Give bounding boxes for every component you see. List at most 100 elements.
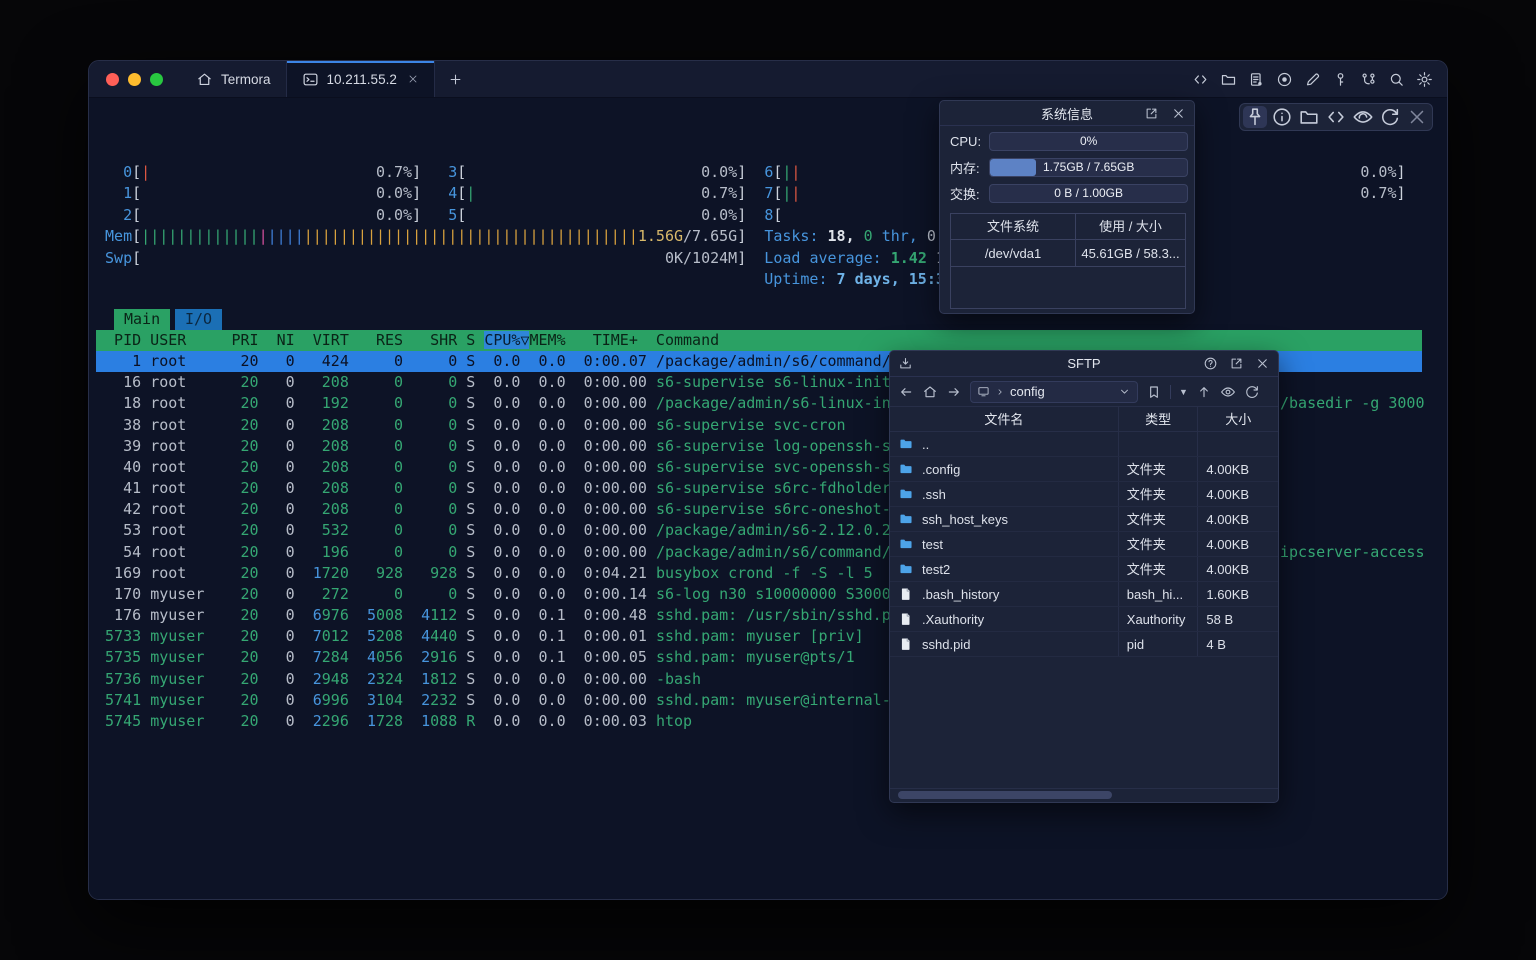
file-icon [898, 637, 914, 651]
close-panel-icon[interactable] [1171, 106, 1186, 121]
file-row[interactable]: .bash_historybash_hi...1.60KB [890, 582, 1278, 607]
bookmark-dropdown-caret[interactable]: ▼ [1179, 387, 1188, 397]
folder-icon[interactable] [1297, 106, 1321, 128]
file-type: 文件夹 [1119, 532, 1199, 556]
record-icon[interactable] [1276, 71, 1293, 88]
back-icon[interactable] [898, 384, 914, 400]
process-table-header[interactable]: PID USER PRI NI VIRT RES SHR S CPU%▽MEM%… [96, 330, 1422, 351]
close-window-button[interactable] [106, 73, 119, 86]
file-row[interactable]: sshd.pidpid4 B [890, 632, 1278, 657]
file-type: 文件夹 [1119, 482, 1199, 506]
file-row[interactable]: .ssh文件夹4.00KB [890, 482, 1278, 507]
info-icon[interactable] [1270, 106, 1294, 128]
path-breadcrumb[interactable]: config [970, 381, 1138, 403]
filesystem-cell: 45.61GB / 58.3... [1076, 240, 1185, 266]
file-type: 文件夹 [1119, 557, 1199, 581]
home-dir-icon[interactable] [922, 384, 938, 400]
file-type: 文件夹 [1119, 457, 1199, 481]
process-row[interactable]: 38 root 20 0 208 0 0 S 0.0 0.0 0:00.00 s… [96, 415, 846, 436]
stat-label: 内存: [950, 158, 989, 177]
process-row[interactable]: 40 root 20 0 208 0 0 S 0.0 0.0 0:00.00 s… [96, 457, 918, 478]
window-controls [89, 61, 181, 97]
file-row[interactable]: test文件夹4.00KB [890, 532, 1278, 557]
settings-icon[interactable] [1416, 71, 1433, 88]
key-chain-icon[interactable] [1360, 71, 1377, 88]
nvidia-icon[interactable] [1351, 106, 1375, 128]
file-name: .bash_history [922, 587, 999, 602]
cpu-meter-line: 1[ 0.0%] 4[| 0.7%] 7[|| 0.7%] [96, 183, 1406, 204]
horizontal-scrollbar[interactable] [890, 788, 1278, 802]
help-icon[interactable] [1203, 356, 1218, 371]
folder-icon[interactable] [1220, 71, 1237, 88]
file-name: sshd.pid [922, 637, 970, 652]
process-row[interactable]: 5733 myuser 20 0 7012 5208 4440 S 0.0 0.… [96, 626, 864, 647]
file-size: 4.00KB [1198, 532, 1278, 556]
key-icon[interactable] [1332, 71, 1349, 88]
new-tab-button[interactable] [435, 61, 476, 97]
filesystem-table-header: 文件系统 使用 / 大小 [951, 214, 1185, 240]
tab-termora-home[interactable]: Termora [181, 61, 286, 97]
process-row[interactable]: 5741 myuser 20 0 6996 3104 2232 S 0.0 0.… [96, 690, 918, 711]
open-in-window-icon[interactable] [1144, 106, 1159, 121]
close-tab-icon[interactable] [407, 73, 419, 85]
file-row[interactable]: test2文件夹4.00KB [890, 557, 1278, 582]
file-type [1119, 432, 1199, 456]
file-row[interactable]: .XauthorityXauthority58 B [890, 607, 1278, 632]
col-filename[interactable]: 文件名 [890, 407, 1119, 431]
process-row[interactable]: 18 root 20 0 192 0 0 S 0.0 0.0 0:00.00 /… [96, 393, 918, 414]
minimize-window-button[interactable] [128, 73, 141, 86]
stat-label: 交换: [950, 184, 989, 203]
code-icon[interactable] [1324, 106, 1348, 128]
swap-meter-line: Swp[ 0K/1024M] Load average: 1.42 1 [96, 248, 945, 269]
process-row[interactable]: 42 root 20 0 208 0 0 S 0.0 0.0 0:00.00 s… [96, 499, 918, 520]
forward-icon[interactable] [946, 384, 962, 400]
file-row[interactable]: .config文件夹4.00KB [890, 457, 1278, 482]
process-row[interactable]: 39 root 20 0 208 0 0 S 0.0 0.0 0:00.00 s… [96, 436, 918, 457]
folder-icon [898, 562, 914, 576]
sort-column-cpu[interactable]: CPU%▽ [484, 331, 529, 349]
search-icon[interactable] [1388, 71, 1405, 88]
process-row[interactable]: 54 root 20 0 196 0 0 S 0.0 0.0 0:00.00 /… [96, 542, 918, 563]
open-in-window-icon[interactable] [1229, 356, 1244, 371]
process-row[interactable]: 41 root 20 0 208 0 0 S 0.0 0.0 0:00.00 s… [96, 478, 891, 499]
maximize-window-button[interactable] [150, 73, 163, 86]
process-row[interactable]: 5735 myuser 20 0 7284 4056 2916 S 0.0 0.… [96, 647, 855, 668]
process-row[interactable]: 170 myuser 20 0 272 0 0 S 0.0 0.0 0:00.1… [96, 584, 918, 605]
home-icon [196, 71, 213, 88]
chevron-down-icon[interactable] [1118, 385, 1131, 398]
process-row[interactable]: 169 root 20 0 1720 928 928 S 0.0 0.0 0:0… [96, 563, 873, 584]
process-row[interactable]: 176 myuser 20 0 6976 5008 4112 S 0.0 0.1… [96, 605, 909, 626]
event-log-icon[interactable] [1248, 71, 1265, 88]
file-row[interactable]: .. [890, 432, 1278, 457]
tab-ssh-session[interactable]: 10.211.55.2 [286, 61, 435, 97]
process-row[interactable]: 5745 myuser 20 0 2296 1728 1088 R 0.0 0.… [96, 711, 692, 732]
process-row[interactable]: 16 root 20 0 208 0 0 S 0.0 0.0 0:00.00 s… [96, 372, 981, 393]
bookmark-icon[interactable] [1146, 384, 1162, 400]
code-icon[interactable] [1192, 71, 1209, 88]
host-monitor-icon [977, 385, 990, 398]
titlebar[interactable]: Termora 10.211.55.2 [89, 61, 1447, 98]
scrollbar-thumb[interactable] [898, 791, 1112, 799]
col-type[interactable]: 类型 [1119, 407, 1199, 431]
refresh-icon[interactable] [1378, 106, 1402, 128]
file-type: Xauthority [1119, 607, 1199, 631]
htop-tab-io[interactable]: I/O [175, 309, 222, 330]
file-icon [898, 612, 914, 626]
htop-tab-main[interactable]: Main [114, 309, 170, 330]
file-row[interactable]: ssh_host_keys文件夹4.00KB [890, 507, 1278, 532]
transfers-download-icon[interactable] [898, 356, 913, 371]
process-row[interactable]: 53 root 20 0 532 0 0 S 0.0 0.0 0:00.00 /… [96, 520, 909, 541]
file-size: 4.00KB [1198, 482, 1278, 506]
close-panel-icon[interactable] [1255, 356, 1270, 371]
col-size[interactable]: 大小 [1198, 407, 1278, 431]
process-row[interactable]: 5736 myuser 20 0 2948 2324 1812 S 0.0 0.… [96, 669, 701, 690]
close-icon[interactable] [1405, 106, 1429, 128]
up-directory-icon[interactable] [1196, 384, 1212, 400]
system-info-panel: 系统信息 CPU:0%内存:1.75GB / 7.65GB交换:0 B / 1.… [939, 100, 1195, 314]
show-hidden-eye-icon[interactable] [1220, 384, 1236, 400]
stat-progress-bar: 0 B / 1.00GB [989, 184, 1188, 203]
edit-icon[interactable] [1304, 71, 1321, 88]
pin-icon[interactable] [1243, 106, 1267, 128]
refresh-icon[interactable] [1244, 384, 1260, 400]
stat-row: 内存:1.75GB / 7.65GB [950, 158, 1188, 177]
